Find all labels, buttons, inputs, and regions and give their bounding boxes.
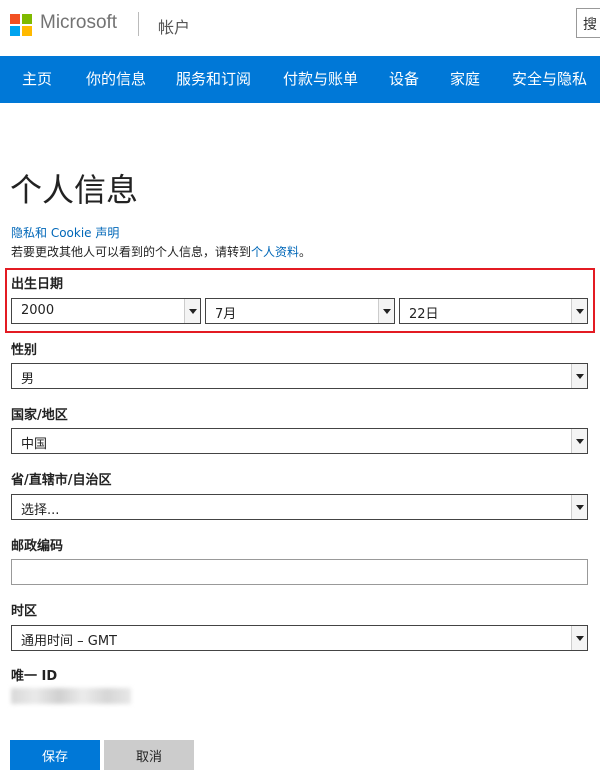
save-button[interactable]: 保存 <box>10 740 100 770</box>
province-select[interactable]: 选择... <box>11 494 588 520</box>
info-suffix: 。 <box>299 245 312 259</box>
top-header: Microsoft 帐户 搜 <box>0 0 600 55</box>
birth-month-select[interactable]: 7月 <box>205 298 395 324</box>
birth-year-value: 2000 <box>21 303 55 318</box>
nav-item-your-info[interactable]: 你的信息 <box>86 68 146 89</box>
logo-square-yellow <box>22 26 32 36</box>
search-button[interactable]: 搜 <box>576 8 600 38</box>
account-page: Microsoft 帐户 搜 主页 你的信息 服务和订阅 付款与账单 设备 家庭… <box>0 0 600 777</box>
profile-info-text: 若要更改其他人可以看到的个人信息，请转到个人资料。 <box>11 243 311 260</box>
page-title: 个人信息 <box>10 171 139 209</box>
info-text: 若要更改其他人可以看到的个人信息，请转到 <box>11 245 252 259</box>
privacy-cookie-link[interactable]: 隐私和 Cookie 声明 <box>11 224 119 241</box>
header-divider <box>138 12 139 36</box>
timezone-label: 时区 <box>11 604 38 619</box>
birth-day-select[interactable]: 22日 <box>399 298 588 324</box>
chevron-down-icon <box>571 429 587 453</box>
chevron-down-icon <box>378 299 394 323</box>
logo-square-blue <box>10 26 20 36</box>
birth-day-value: 22日 <box>409 307 439 322</box>
brand-name[interactable]: Microsoft <box>40 12 117 34</box>
main-nav: 主页 你的信息 服务和订阅 付款与账单 设备 家庭 安全与隐私 <box>0 56 600 103</box>
timezone-value: 通用时间 – GMT <box>21 634 117 649</box>
profile-link[interactable]: 个人资料 <box>251 245 299 259</box>
province-value: 选择... <box>21 503 60 518</box>
chevron-down-icon <box>571 299 587 323</box>
timezone-select[interactable]: 通用时间 – GMT <box>11 625 588 651</box>
chevron-down-icon <box>571 626 587 650</box>
microsoft-logo-icon[interactable] <box>10 14 32 36</box>
logo-square-green <box>22 14 32 24</box>
chevron-down-icon <box>571 364 587 388</box>
gender-value: 男 <box>21 372 35 387</box>
nav-item-services[interactable]: 服务和订阅 <box>176 68 251 89</box>
birthdate-label: 出生日期 <box>11 277 64 292</box>
nav-item-devices[interactable]: 设备 <box>389 68 419 89</box>
birth-year-select[interactable]: 2000 <box>11 298 201 324</box>
chevron-down-icon <box>571 495 587 519</box>
nav-item-home[interactable]: 主页 <box>22 68 52 89</box>
postal-label: 邮政编码 <box>11 539 64 554</box>
unique-id-label: 唯一 ID <box>11 669 58 684</box>
nav-item-billing[interactable]: 付款与账单 <box>283 68 358 89</box>
country-value: 中国 <box>21 437 48 452</box>
gender-select[interactable]: 男 <box>11 363 588 389</box>
birth-month-value: 7月 <box>215 307 237 322</box>
nav-item-family[interactable]: 家庭 <box>450 68 480 89</box>
province-label: 省/直辖市/自治区 <box>11 473 112 488</box>
unique-id-value-redacted <box>11 688 131 704</box>
country-select[interactable]: 中国 <box>11 428 588 454</box>
cancel-button[interactable]: 取消 <box>104 740 194 770</box>
gender-label: 性别 <box>11 343 38 358</box>
postal-code-input[interactable] <box>11 559 588 585</box>
chevron-down-icon <box>184 299 200 323</box>
nav-item-security[interactable]: 安全与隐私 <box>512 68 587 89</box>
country-label: 国家/地区 <box>11 408 68 423</box>
section-title[interactable]: 帐户 <box>158 14 190 38</box>
logo-square-red <box>10 14 20 24</box>
